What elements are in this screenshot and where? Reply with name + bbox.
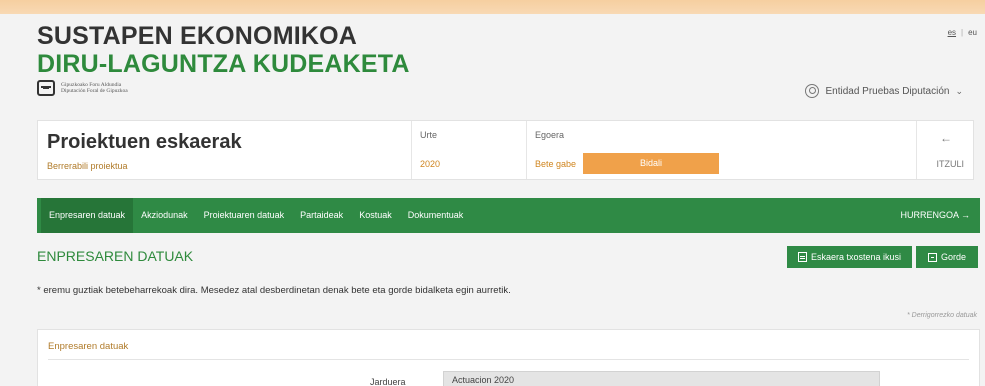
tab-kostuak[interactable]: Kostuak <box>351 198 400 233</box>
save-icon <box>927 252 937 262</box>
user-icon <box>805 84 820 98</box>
status-column: Egoera Bete gabe Bidali <box>526 121 856 179</box>
tab-akziodunak[interactable]: Akziodunak <box>133 198 196 233</box>
tab-partaideak[interactable]: Partaideak <box>292 198 351 233</box>
back-arrow-icon: ← <box>940 131 952 145</box>
send-button[interactable]: Bidali <box>583 153 719 174</box>
chevron-down-icon: ⌄ <box>955 85 963 96</box>
view-report-button[interactable]: Eskaera txostena ikusi <box>787 246 912 268</box>
gipuzkoa-logo[interactable]: Gipuzkoako Foru Aldundia Diputación Fora… <box>37 80 128 96</box>
tab-enpresaren-datuak[interactable]: Enpresaren datuak <box>41 198 134 233</box>
language-switcher: es | eu <box>948 28 977 37</box>
app-title-line1: SUSTAPEN EKONOMIKOA <box>37 22 358 50</box>
project-info-card: Proiektuen eskaerak Berrerabili proiektu… <box>37 120 974 180</box>
year-value: 2020 <box>420 159 441 169</box>
section-tabs: Enpresaren datuak Akziodunak Proiektuare… <box>37 198 980 233</box>
tab-proiektuaren-datuak[interactable]: Proiektuaren datuak <box>196 198 293 233</box>
status-label: Egoera <box>535 130 565 140</box>
year-column: Urte 2020 <box>411 121 526 179</box>
tab-dokumentuak[interactable]: Dokumentuak <box>400 198 472 233</box>
coat-of-arms-icon <box>37 80 55 96</box>
user-name: Entidad Pruebas Diputación <box>825 85 950 97</box>
back-column[interactable]: ← ITZULI <box>916 121 974 179</box>
app-header: SUSTAPEN EKONOMIKOA DIRU-LAGUNTZA KUDEAK… <box>0 14 985 110</box>
required-data-note: * Derrigorrezko datuak <box>906 312 977 319</box>
lang-separator: | <box>961 28 964 37</box>
status-value: Bete gabe <box>535 159 577 169</box>
activity-field[interactable]: Actuacion 2020 <box>443 371 880 386</box>
year-label: Urte <box>420 130 438 140</box>
logo-text: Gipuzkoako Foru Aldundia Diputación Fora… <box>61 82 128 94</box>
pdf-icon <box>797 252 807 262</box>
user-menu[interactable]: Entidad Pruebas Diputación ⌄ <box>805 84 963 98</box>
required-fields-notice: * eremu guztiak betebeharrekoak dira. Me… <box>37 285 511 296</box>
save-button[interactable]: Gorde <box>916 246 978 268</box>
page-title: Proiektuen eskaerak <box>47 131 242 153</box>
reuse-project-link[interactable]: Berrerabili proiektua <box>47 161 128 171</box>
next-button[interactable]: HURRENGOA → <box>900 198 970 233</box>
divider <box>48 359 969 360</box>
lang-es-link[interactable]: es <box>948 28 956 37</box>
logo-text-line2: Diputación Foral de Gipuzkoa <box>61 88 128 94</box>
app-title-line2: DIRU-LAGUNTZA KUDEAKETA <box>37 50 410 78</box>
company-data-card: Enpresaren datuak Jarduera Actuacion 202… <box>37 329 980 386</box>
activity-label: Jarduera <box>370 377 406 386</box>
back-button[interactable]: ITZULI <box>936 159 964 169</box>
lang-eu-link[interactable]: eu <box>968 28 977 37</box>
save-label: Gorde <box>940 252 966 262</box>
section-title: ENPRESAREN DATUAK <box>37 248 194 264</box>
browser-top-strip <box>0 0 985 14</box>
view-report-label: Eskaera txostena ikusi <box>810 252 902 262</box>
form-card-title: Enpresaren datuak <box>48 341 129 352</box>
